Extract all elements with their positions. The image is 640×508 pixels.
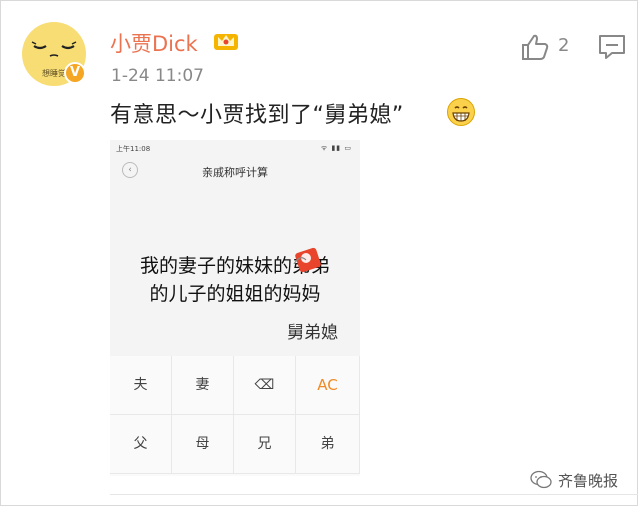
expression-line-2: 的儿子的姐姐的妈妈	[149, 283, 321, 305]
status-bar: 上午11:08 ᯤ ▮▮ ▭	[110, 140, 360, 158]
status-time: 上午11:08	[116, 145, 151, 153]
app-title: 亲戚称呼计算	[202, 166, 268, 179]
like-count: 2	[558, 35, 570, 56]
keypad: 夫 妻 ⌫ AC 父 母 兄 弟	[110, 356, 360, 476]
divider	[110, 494, 638, 495]
grin-emoji-icon	[447, 98, 475, 126]
key-younger-brother: 弟	[296, 415, 360, 474]
wechat-logo-icon	[530, 470, 552, 489]
key-mother: 母	[172, 415, 234, 474]
embedded-screenshot[interactable]: 上午11:08 ᯤ ▮▮ ▭ ‹ 亲戚称呼计算 我的妻子的妹妹的弟弟 的儿子的姐…	[110, 140, 360, 476]
comment-icon[interactable]	[598, 34, 626, 60]
like-icon[interactable]	[520, 33, 550, 61]
watermark: 齐鲁晚报	[530, 468, 634, 492]
key-father: 父	[110, 415, 172, 474]
crown-icon	[214, 34, 238, 50]
key-clear: AC	[296, 356, 360, 415]
watermark-text: 齐鲁晚报	[558, 472, 619, 490]
post-timestamp: 1-24 11:07	[111, 66, 204, 86]
key-husband: 夫	[110, 356, 172, 415]
status-icons: ᯤ ▮▮ ▭	[320, 144, 352, 152]
verified-badge-icon: V	[64, 62, 86, 84]
username-link[interactable]: 小贾Dick	[110, 28, 198, 58]
key-wife: 妻	[172, 356, 234, 415]
display-result: 舅弟媳	[287, 323, 338, 343]
red-envelope-sticker-icon	[293, 247, 321, 273]
post-text: 有意思～小贾找到了“舅弟媳”	[110, 103, 404, 128]
key-backspace: ⌫	[234, 356, 296, 415]
key-older-brother: 兄	[234, 415, 296, 474]
